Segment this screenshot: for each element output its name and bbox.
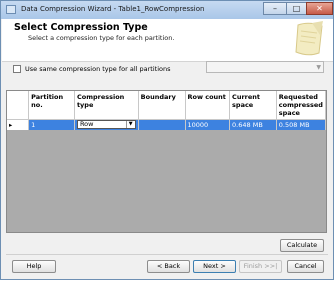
next-button[interactable]: Next > — [193, 260, 236, 273]
close-button[interactable]: ✕ — [306, 2, 333, 15]
help-button[interactable]: Help — [12, 260, 56, 273]
same-type-label: Use same compression type for all partit… — [25, 65, 171, 73]
page-title: Select Compression Type — [14, 22, 148, 33]
calculate-button[interactable]: Calculate — [280, 239, 324, 252]
row-indicator-icon: ▸ — [7, 119, 30, 130]
current-space-cell[interactable]: 0.648 MB — [229, 119, 277, 130]
table-row[interactable]: ▸ 1 Row ▼ 10000 0.648 MB 0.508 MB — [7, 119, 327, 130]
boundary-cell[interactable] — [138, 119, 186, 130]
same-type-checkbox[interactable] — [13, 65, 21, 73]
column-header-row-count[interactable]: Row count — [185, 91, 231, 120]
compression-type-dropdown[interactable]: Row ▼ — [76, 120, 136, 130]
title-bar[interactable]: Data Compression Wizard - Table1_RowComp… — [1, 1, 333, 19]
minimize-button[interactable]: – — [263, 2, 287, 15]
maximize-button[interactable]: □ — [286, 2, 307, 15]
app-icon — [6, 5, 16, 14]
requested-space-cell[interactable]: 0.508 MB — [276, 119, 327, 130]
column-header-requested-space[interactable]: Requested compressed space — [276, 91, 327, 120]
cancel-button[interactable]: Cancel — [287, 260, 324, 273]
compression-type-value: Row — [79, 120, 94, 129]
column-header-indicator — [7, 91, 30, 120]
row-count-cell[interactable]: 10000 — [185, 119, 231, 130]
back-button[interactable]: < Back — [147, 260, 190, 273]
compression-type-cell[interactable]: Row ▼ — [74, 119, 139, 130]
column-header-partition[interactable]: Partition no. — [28, 91, 75, 120]
column-header-compression-type[interactable]: Compression type — [74, 91, 139, 120]
partition-table: Partition no. Compression type Boundary … — [7, 91, 327, 130]
footer-divider — [6, 254, 328, 255]
partition-cell[interactable]: 1 — [28, 119, 75, 130]
window-title: Data Compression Wizard - Table1_RowComp… — [21, 5, 205, 13]
wizard-scroll-icon — [295, 21, 323, 56]
chevron-down-icon: ▼ — [316, 64, 321, 71]
column-header-current-space[interactable]: Current space — [229, 91, 277, 120]
page-subtitle: Select a compression type for each parti… — [28, 34, 175, 42]
column-header-boundary[interactable]: Boundary — [138, 91, 186, 120]
wizard-header: Select Compression Type Select a compres… — [2, 19, 333, 62]
finish-button[interactable]: Finish >>| — [239, 260, 282, 273]
wizard-window: Data Compression Wizard - Table1_RowComp… — [0, 0, 334, 280]
compression-type-combo[interactable]: ▼ — [206, 61, 324, 73]
partition-grid[interactable]: Partition no. Compression type Boundary … — [6, 90, 327, 233]
chevron-down-icon[interactable]: ▼ — [125, 121, 135, 129]
